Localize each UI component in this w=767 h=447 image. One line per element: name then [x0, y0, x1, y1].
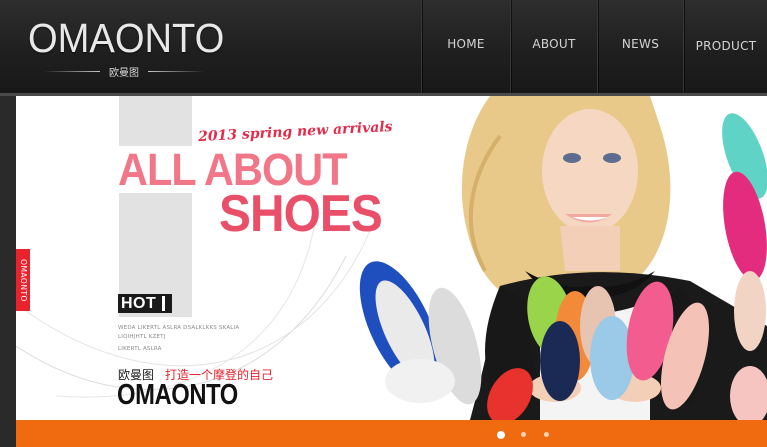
- logo-divider-left: [44, 71, 100, 72]
- hot-badge-label: HOT: [121, 294, 157, 312]
- hot-badge: HOT: [118, 294, 172, 313]
- side-tab[interactable]: OMAONTO: [16, 249, 30, 311]
- site-header: OMAONTO 欧曼图 HOME ABOUT NEWS PRODUCT: [0, 0, 767, 96]
- nav-home[interactable]: HOME: [422, 0, 510, 91]
- logo-subtext: 欧曼图: [109, 68, 139, 79]
- model-with-shoes-photo: [359, 96, 767, 420]
- slider-bar: [16, 420, 767, 447]
- brand-wordmark: OMAONTO: [117, 379, 238, 411]
- side-tab-label: OMAONTO: [18, 258, 28, 302]
- left-edge-strip: [0, 96, 16, 447]
- main-nav: HOME ABOUT NEWS PRODUCT: [421, 0, 767, 95]
- fine-print-line: WEDA LIKERTL ASLRA DSALKLKKS SKALIA: [118, 325, 240, 331]
- fine-print-line: LIKERTL ASLRA: [118, 346, 162, 352]
- nav-about[interactable]: ABOUT: [511, 0, 597, 91]
- grey-accent-block: [119, 96, 192, 146]
- logo-divider-right: [148, 71, 204, 72]
- nav-product[interactable]: PRODUCT: [684, 0, 767, 93]
- fine-print: WEDA LIKERTL ASLRA DSALKLKKS SKALIA LIQI…: [118, 324, 258, 354]
- logo-text[interactable]: OMAONTO: [28, 14, 224, 62]
- fine-print-line: LIQIHJHTL KZETJ: [118, 333, 166, 340]
- slider-dot-3[interactable]: [544, 432, 549, 437]
- slider-dot-1[interactable]: [497, 431, 505, 439]
- slider-dot-2[interactable]: [521, 432, 526, 437]
- nav-news[interactable]: NEWS: [598, 0, 683, 91]
- hot-badge-bar: [162, 296, 166, 311]
